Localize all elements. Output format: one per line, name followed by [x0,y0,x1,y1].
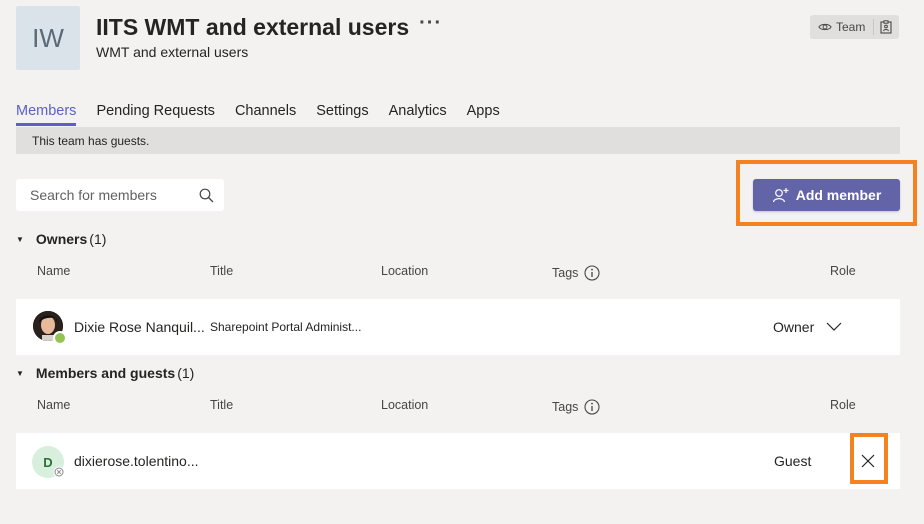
presence-offline-icon [53,466,65,478]
team-description: WMT and external users [96,44,249,60]
role-dropdown[interactable]: Owner [773,319,842,335]
clipboard-icon[interactable] [880,20,892,34]
team-name: IITS WMT and external users [96,14,410,40]
team-type-badge[interactable]: Team [810,15,899,39]
search-input[interactable] [28,186,199,204]
column-header-title: Title [210,264,234,278]
member-title: Sharepoint Portal Administ... [210,320,362,334]
column-header-role: Role [830,398,856,412]
member-name[interactable]: Dixie Rose Nanquil... [74,319,205,335]
info-icon[interactable] [584,399,600,415]
role-label: Owner [773,319,815,335]
tab-bar: Members Pending Requests Channels Settin… [16,103,500,126]
member-name[interactable]: dixierose.tolentino... [74,453,199,469]
column-header-role: Role [830,264,856,278]
tags-label: Tags [552,400,579,414]
owners-heading: Owners [35,231,88,247]
presence-available-icon [53,331,67,345]
column-header-title: Title [210,398,234,412]
add-member-label: Add member [795,187,882,203]
add-person-icon [772,188,789,203]
members-section-toggle[interactable]: ▼ Members and guests (1) [16,365,194,381]
column-header-name: Name [37,264,71,278]
column-header-tags: Tags [552,265,600,281]
tab-members[interactable]: Members [16,103,77,126]
table-row[interactable]: D dixierose.tolentino... Guest [16,433,900,489]
column-header-location: Location [381,398,429,412]
tab-apps[interactable]: Apps [467,103,500,126]
tab-settings[interactable]: Settings [316,103,368,126]
caret-down-icon: ▼ [16,234,24,244]
owners-count: (1) [89,231,107,247]
owners-section-toggle[interactable]: ▼ Owners (1) [16,231,106,247]
team-type-label: Team [836,20,866,34]
tab-analytics[interactable]: Analytics [389,103,447,126]
more-options-icon[interactable]: ··· [419,12,442,35]
team-avatar: IW [16,6,80,70]
close-icon[interactable] [861,454,875,468]
members-heading: Members and guests [35,365,176,381]
team-header: IITS WMT and external users ··· [96,12,442,41]
tab-channels[interactable]: Channels [235,103,296,126]
info-icon[interactable] [584,265,600,281]
search-icon[interactable] [199,188,214,203]
column-header-location: Location [381,264,429,278]
column-header-tags: Tags [552,399,600,415]
badge-divider [873,19,875,35]
chevron-down-icon [826,322,842,331]
add-member-button[interactable]: Add member [753,179,900,211]
member-search [16,179,224,211]
tags-label: Tags [552,266,579,280]
eye-icon [818,23,832,31]
role-label: Guest [774,453,812,469]
guest-banner: This team has guests. [16,127,900,154]
table-row[interactable]: Dixie Rose Nanquil... Sharepoint Portal … [16,299,900,355]
column-header-name: Name [37,398,71,412]
members-count: (1) [177,365,195,381]
tab-pending-requests[interactable]: Pending Requests [96,103,215,126]
caret-down-icon: ▼ [16,368,24,378]
